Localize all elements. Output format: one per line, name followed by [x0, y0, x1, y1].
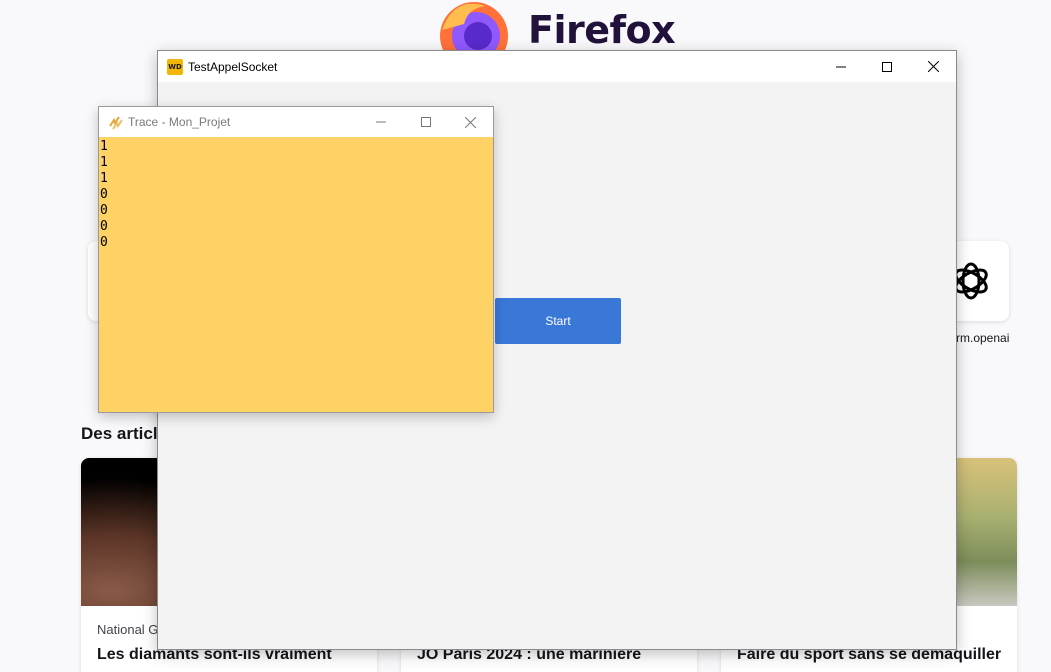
trace-line: 1 — [100, 155, 108, 170]
start-button[interactable]: Start — [495, 298, 621, 344]
trace-close-button[interactable] — [448, 107, 493, 137]
trace-minimize-button[interactable] — [358, 107, 403, 137]
trace-app-icon — [109, 116, 123, 130]
shortcut-label-openai[interactable]: rm.openai — [956, 331, 1009, 345]
windev-app-icon: WD — [167, 58, 183, 75]
maximize-button[interactable] — [864, 51, 910, 82]
trace-line: 0 — [100, 203, 108, 218]
articles-section-title: Des article — [81, 424, 167, 443]
close-button[interactable] — [910, 51, 956, 82]
trace-maximize-button[interactable] — [403, 107, 448, 137]
minimize-button[interactable] — [818, 51, 864, 82]
main-window-titlebar[interactable]: WD TestAppelSocket — [158, 51, 956, 82]
article-source: National G — [97, 622, 159, 637]
maximize-icon — [882, 61, 892, 72]
trace-output[interactable]: 1 1 1 0 0 0 0 — [99, 137, 493, 251]
maximize-icon — [420, 117, 431, 127]
trace-line: 0 — [100, 187, 108, 202]
minimize-icon — [836, 66, 846, 67]
main-window-title: TestAppelSocket — [188, 59, 278, 74]
trace-window-titlebar[interactable]: Trace - Mon_Projet — [99, 107, 493, 137]
trace-line: 0 — [100, 219, 108, 234]
minimize-icon — [375, 121, 386, 123]
trace-line: 1 — [100, 171, 108, 186]
firefox-wordmark: Firefox — [528, 8, 676, 52]
trace-window-title: Trace - Mon_Projet — [128, 115, 231, 129]
firefox-logo-icon — [440, 2, 508, 52]
trace-line: 1 — [100, 139, 108, 154]
close-icon — [465, 116, 476, 128]
close-icon — [927, 61, 939, 72]
trace-line: 0 — [100, 235, 108, 250]
trace-window: Trace - Mon_Projet 1 1 1 0 0 0 0 — [98, 106, 494, 413]
